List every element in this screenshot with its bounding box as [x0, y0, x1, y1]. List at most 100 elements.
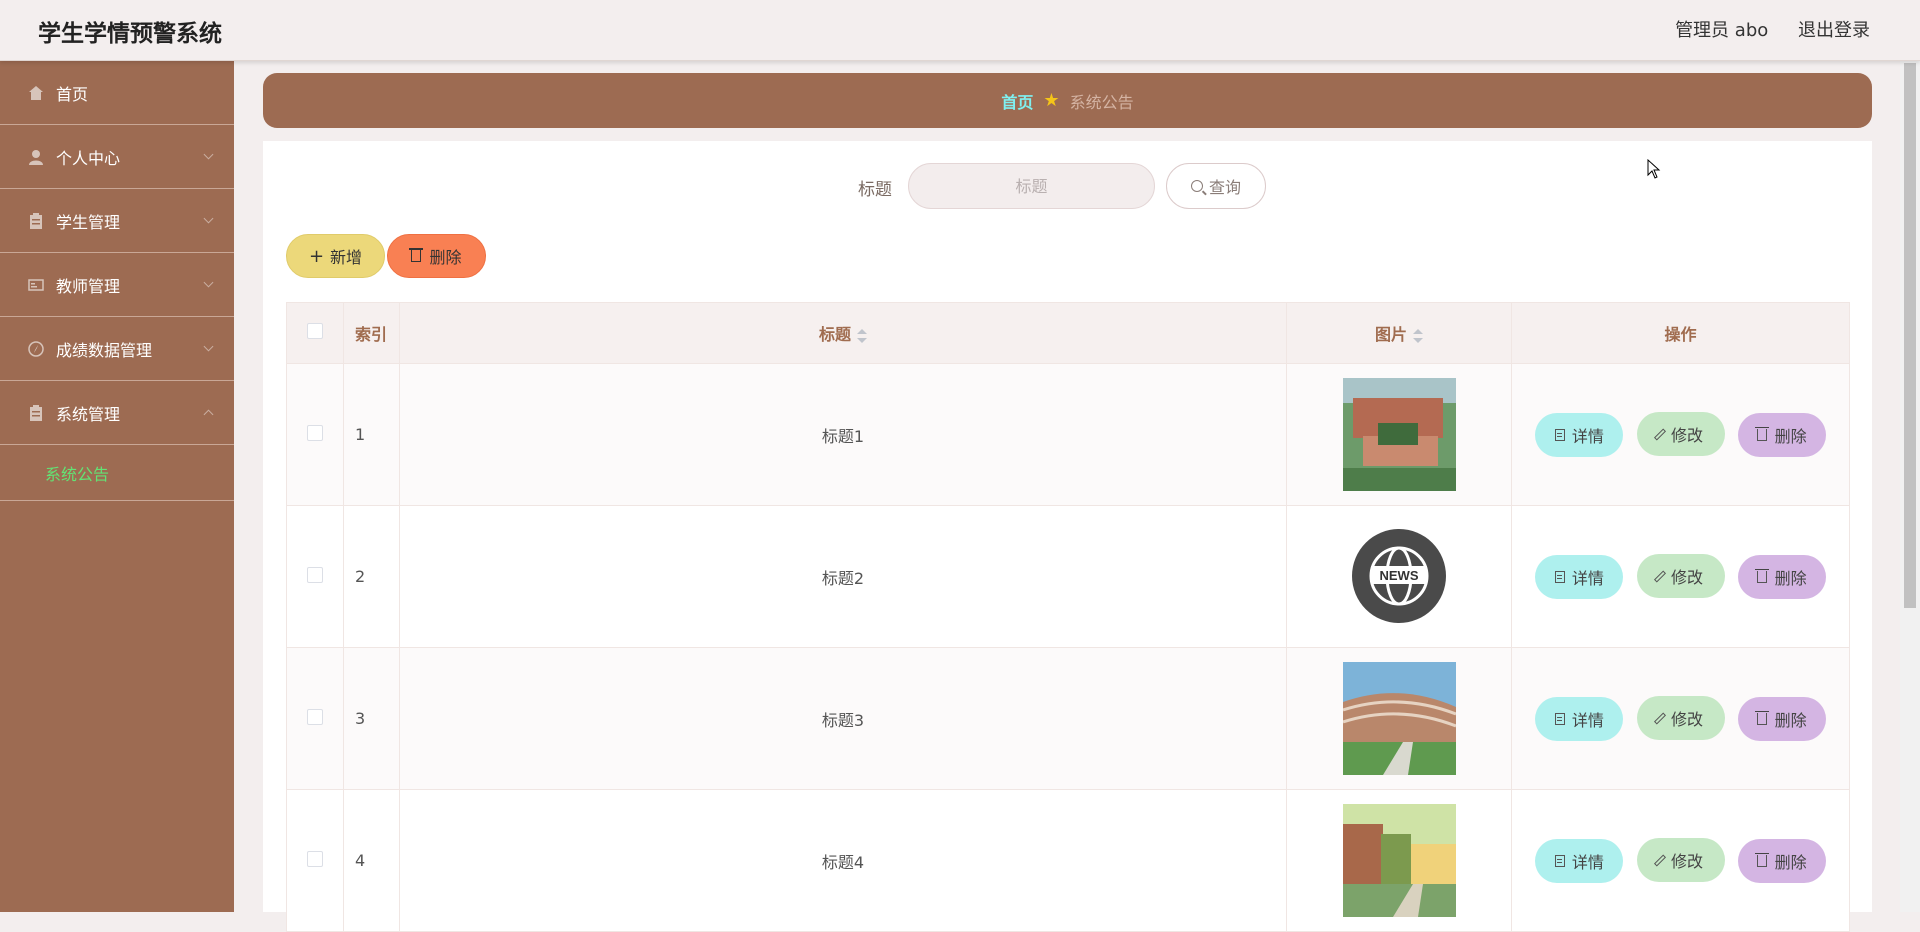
add-button[interactable]: + 新增	[286, 234, 385, 278]
table-row: 2 标题2 NEWS 详情 修改 删除	[286, 505, 1850, 648]
table-row: 1 标题1 详情 修改 删除	[286, 363, 1850, 506]
table-header-row: 索引 标题 图片 操作	[286, 302, 1850, 364]
detail-button[interactable]: 详情	[1535, 554, 1624, 599]
sidebar-item-label: 成绩数据管理	[56, 340, 153, 360]
row-checkbox[interactable]	[307, 424, 323, 441]
delete-label: 删除	[1774, 426, 1807, 446]
trash-icon	[1754, 710, 1769, 725]
plus-icon: +	[308, 245, 325, 267]
document-icon	[1554, 854, 1565, 867]
sidebar-item-grades[interactable]: 成绩数据管理	[0, 317, 234, 381]
header-user-area: 管理员 abo 退出登录	[1651, 16, 1870, 42]
edit-button[interactable]: 修改	[1636, 412, 1725, 457]
announcements-table: 索引 标题 图片 操作 1 标题1 详情 修改 删除 2 标题2 NEWS 详情…	[286, 302, 1850, 932]
query-button[interactable]: 查询	[1166, 163, 1266, 209]
edit-button[interactable]: 修改	[1636, 696, 1725, 741]
row-checkbox[interactable]	[307, 850, 323, 867]
breadcrumb-current: 系统公告	[1069, 92, 1134, 112]
user-label[interactable]: 管理员 abo	[1675, 20, 1768, 41]
query-button-label: 查询	[1208, 178, 1241, 197]
row-ops-cell: 详情 修改 删除	[1511, 789, 1850, 932]
delete-button[interactable]: 删除	[1737, 554, 1826, 599]
sidebar-item-profile[interactable]: 个人中心	[0, 125, 234, 189]
select-all-checkbox[interactable]	[307, 323, 323, 339]
sidebar-item-system[interactable]: 系统管理	[0, 381, 234, 445]
chevron-down-icon	[203, 149, 214, 160]
row-index: 2	[343, 505, 400, 648]
sidebar-item-label: 教师管理	[56, 276, 121, 296]
search-input[interactable]	[908, 163, 1155, 209]
sort-icon[interactable]	[1413, 328, 1423, 343]
row-title: 标题3	[399, 647, 1287, 790]
edit-label: 修改	[1670, 426, 1703, 446]
column-header-image[interactable]: 图片	[1286, 302, 1512, 364]
row-checkbox[interactable]	[307, 708, 323, 725]
edit-button[interactable]: 修改	[1636, 554, 1725, 599]
row-title: 标题1	[399, 363, 1287, 506]
row-ops-cell: 详情 修改 删除	[1511, 647, 1850, 790]
row-checkbox[interactable]	[307, 566, 323, 583]
document-icon	[1554, 428, 1565, 441]
table-row: 3 标题3 详情 修改 删除	[286, 647, 1850, 790]
row-checkbox-cell	[286, 789, 344, 932]
clipboard-icon	[30, 404, 42, 421]
delete-label: 删除	[1774, 568, 1807, 588]
row-index: 3	[343, 647, 400, 790]
sidebar-item-students[interactable]: 学生管理	[0, 189, 234, 253]
sidebar-item-teachers[interactable]: 教师管理	[0, 253, 234, 317]
row-checkbox-cell	[286, 505, 344, 648]
chevron-down-icon	[203, 341, 214, 352]
column-header-title-label: 标题	[818, 325, 851, 344]
row-title: 标题2	[399, 505, 1287, 648]
edit-label: 修改	[1670, 710, 1703, 730]
row-checkbox-cell	[286, 647, 344, 790]
detail-button[interactable]: 详情	[1535, 696, 1624, 741]
document-icon	[1554, 570, 1565, 583]
trash-icon	[1754, 568, 1769, 583]
row-image-cell	[1286, 363, 1512, 506]
sidebar-item-label: 个人中心	[56, 148, 121, 168]
delete-label: 删除	[1774, 710, 1807, 730]
edit-icon	[1653, 854, 1666, 867]
detail-label: 详情	[1571, 852, 1604, 872]
delete-button[interactable]: 删除	[1737, 696, 1826, 741]
breadcrumb-home[interactable]: 首页	[1001, 89, 1033, 113]
row-image-cell	[1286, 647, 1512, 790]
sidebar-item-label: 学生管理	[56, 212, 121, 232]
edit-button[interactable]: 修改	[1636, 838, 1725, 883]
scrollbar-thumb[interactable]	[1904, 63, 1916, 608]
delete-button[interactable]: 删除	[1737, 412, 1826, 457]
batch-delete-button[interactable]: 删除	[387, 234, 486, 278]
user-icon	[29, 149, 43, 165]
sidebar-item-label: 系统管理	[56, 404, 121, 424]
batch-delete-label: 删除	[429, 248, 462, 267]
row-index: 4	[343, 789, 400, 932]
news-logo-text: NEWS	[1379, 568, 1418, 583]
trash-icon	[409, 248, 424, 262]
detail-button[interactable]: 详情	[1535, 412, 1624, 457]
campus-aerial-image	[1342, 378, 1456, 491]
column-header-ops: 操作	[1511, 302, 1850, 364]
table-row: 4 标题4 详情 修改 删除	[286, 789, 1850, 932]
column-header-index: 索引	[343, 302, 400, 364]
select-all-cell	[286, 302, 344, 364]
logout-button[interactable]: 退出登录	[1798, 20, 1870, 41]
compass-icon	[28, 340, 44, 357]
detail-button[interactable]: 详情	[1535, 838, 1624, 883]
delete-button[interactable]: 删除	[1737, 838, 1826, 883]
sidebar-item-home[interactable]: 首页	[0, 61, 234, 125]
top-header: 学生学情预警系统 管理员 abo 退出登录	[0, 0, 1920, 61]
app-title: 学生学情预警系统	[38, 21, 222, 47]
clipboard-icon	[30, 212, 42, 229]
column-header-image-label: 图片	[1374, 325, 1407, 344]
sidebar: 首页 个人中心 学生管理 教师管理 成绩数据管理 系统管理 系统公告	[0, 61, 234, 912]
mouse-cursor-icon	[1647, 159, 1661, 179]
row-index: 1	[343, 363, 400, 506]
edit-icon	[1653, 712, 1666, 725]
vertical-scrollbar[interactable]	[1900, 61, 1920, 912]
row-title: 标题4	[399, 789, 1287, 932]
sort-icon[interactable]	[857, 328, 867, 343]
sidebar-subitem-announcements[interactable]: 系统公告	[0, 445, 234, 501]
campus-sunset-image	[1342, 804, 1456, 917]
column-header-title[interactable]: 标题	[399, 302, 1287, 364]
